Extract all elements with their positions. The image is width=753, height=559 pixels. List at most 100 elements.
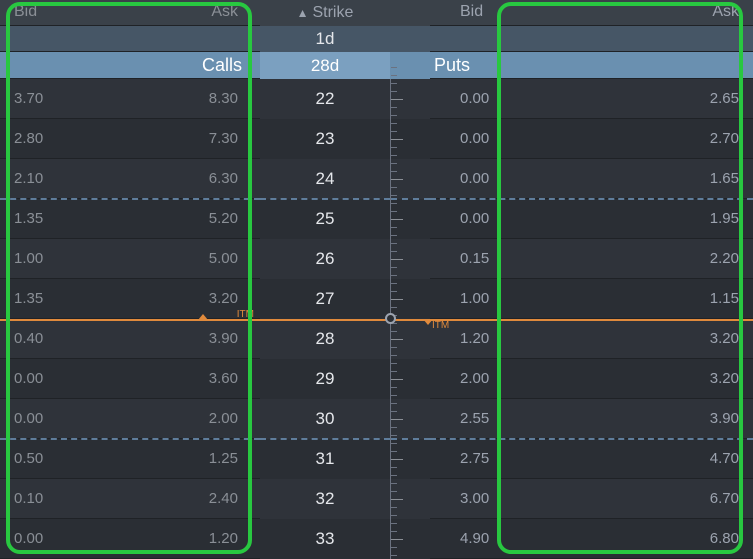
call-ask[interactable]: 5.00 [126,250,260,267]
puts-bid-header[interactable]: Bid [430,3,600,21]
put-ask[interactable]: 3.90 [600,410,753,427]
call-bid[interactable]: 1.35 [0,290,126,307]
strike-cell[interactable]: 28 [260,319,390,359]
call-bid[interactable]: 0.00 [0,410,126,427]
strike-cell[interactable]: 26 [260,239,390,279]
strike-cell[interactable]: 32 [260,479,390,519]
strike-cell[interactable]: 27 [260,279,390,319]
call-bid[interactable]: 2.80 [0,130,126,147]
strike-header[interactable]: ▲ Strike [260,0,390,26]
strike-cell[interactable]: 22 [260,79,390,119]
put-ask[interactable]: 1.15 [600,290,753,307]
put-bid[interactable]: 4.90 [430,530,600,547]
call-bid[interactable]: 0.50 [0,450,126,467]
put-bid[interactable]: 1.00 [430,290,600,307]
call-row[interactable]: 0.501.25 [0,439,260,479]
calls-expiry-sub1[interactable] [0,26,260,53]
strike-cell[interactable]: 25 [260,199,390,239]
put-ask[interactable]: 2.20 [600,250,753,267]
call-bid[interactable]: 0.10 [0,490,126,507]
put-row[interactable]: 2.754.70 [430,439,753,479]
put-ask[interactable]: 2.70 [600,130,753,147]
put-bid[interactable]: 1.20 [430,330,600,347]
call-ask[interactable]: 5.20 [126,210,260,227]
collapse-icon[interactable]: ▲ [297,6,309,20]
strike-cell[interactable]: 23 [260,119,390,159]
put-row[interactable]: ITM1.203.20 [430,319,753,359]
call-row[interactable]: 2.106.30 [0,159,260,199]
call-row[interactable]: 1.355.20 [0,199,260,239]
strike-value: 27 [316,289,335,309]
calls-section-label-row[interactable]: Calls [0,52,260,79]
calls-bid-header[interactable]: Bid [0,3,126,21]
put-ask[interactable]: 6.70 [600,490,753,507]
put-row[interactable]: 2.003.20 [430,359,753,399]
call-row[interactable]: 0.002.00 [0,399,260,439]
put-bid[interactable]: 0.00 [430,90,600,107]
put-ask[interactable]: 1.95 [600,210,753,227]
put-ask[interactable]: 3.20 [600,370,753,387]
call-row[interactable]: 0.003.60 [0,359,260,399]
call-row[interactable]: 1.353.20 [0,279,260,319]
put-bid[interactable]: 0.00 [430,130,600,147]
call-ask[interactable]: 7.30 [126,130,260,147]
strike-cell[interactable]: 29 [260,359,390,399]
call-ask[interactable]: 1.25 [126,450,260,467]
strike-column: ▲ Strike 1d 28d 22 23242526 27 282930313233 [260,0,390,559]
put-bid[interactable]: 0.00 [430,170,600,187]
call-ask[interactable]: 3.20 [126,290,260,307]
put-row[interactable]: 0.002.70 [430,119,753,159]
call-ask[interactable]: 2.00 [126,410,260,427]
put-ask[interactable]: 3.20 [600,330,753,347]
put-row[interactable]: 1.001.15 [430,279,753,319]
put-row[interactable]: 0.002.65 [430,79,753,119]
put-bid[interactable]: 0.00 [430,210,600,227]
put-row[interactable]: 0.001.95 [430,199,753,239]
call-row[interactable]: 3.708.30 [0,79,260,119]
call-ask[interactable]: 1.20 [126,530,260,547]
expiry-row-28d[interactable]: 28d [260,52,390,79]
put-bid[interactable]: 3.00 [430,490,600,507]
strike-value: 22 [316,89,335,109]
put-row[interactable]: 0.152.20 [430,239,753,279]
puts-expiry-sub1[interactable] [430,26,753,53]
call-bid[interactable]: 1.00 [0,250,126,267]
put-bid[interactable]: 2.00 [430,370,600,387]
strike-cell[interactable]: 33 [260,519,390,559]
call-ask[interactable]: 3.60 [126,370,260,387]
price-marker-icon[interactable] [385,313,396,324]
put-bid[interactable]: 0.15 [430,250,600,267]
call-row[interactable]: 1.005.00 [0,239,260,279]
puts-section-label-row[interactable]: Puts [430,52,753,79]
call-bid[interactable]: 1.35 [0,210,126,227]
call-ask[interactable]: 8.30 [126,90,260,107]
call-ask[interactable]: 2.40 [126,490,260,507]
put-row[interactable]: 3.006.70 [430,479,753,519]
call-bid[interactable]: 0.00 [0,530,126,547]
calls-ask-header[interactable]: Ask [126,3,260,21]
strike-cell[interactable]: 30 [260,399,390,439]
put-ask[interactable]: 2.65 [600,90,753,107]
put-row[interactable]: 4.906.80 [430,519,753,559]
call-row[interactable]: 0.001.20 [0,519,260,559]
call-bid[interactable]: 0.00 [0,370,126,387]
call-bid[interactable]: 2.10 [0,170,126,187]
put-bid[interactable]: 2.75 [430,450,600,467]
put-bid[interactable]: 2.55 [430,410,600,427]
call-bid[interactable]: 3.70 [0,90,126,107]
put-ask[interactable]: 1.65 [600,170,753,187]
call-ask[interactable]: 3.90 [126,330,260,347]
strike-cell[interactable]: 24 [260,159,390,199]
call-bid[interactable]: 0.40 [0,330,126,347]
puts-ask-header[interactable]: Ask [600,3,753,21]
call-ask[interactable]: 6.30 [126,170,260,187]
call-row[interactable]: 2.807.30 [0,119,260,159]
put-ask[interactable]: 4.70 [600,450,753,467]
put-ask[interactable]: 6.80 [600,530,753,547]
strike-cell[interactable]: 31 [260,439,390,479]
put-row[interactable]: 0.001.65 [430,159,753,199]
put-row[interactable]: 2.553.90 [430,399,753,439]
call-row[interactable]: ITM0.403.90 [0,319,260,359]
call-row[interactable]: 0.102.40 [0,479,260,519]
expiry-row-1d[interactable]: 1d [260,26,390,53]
